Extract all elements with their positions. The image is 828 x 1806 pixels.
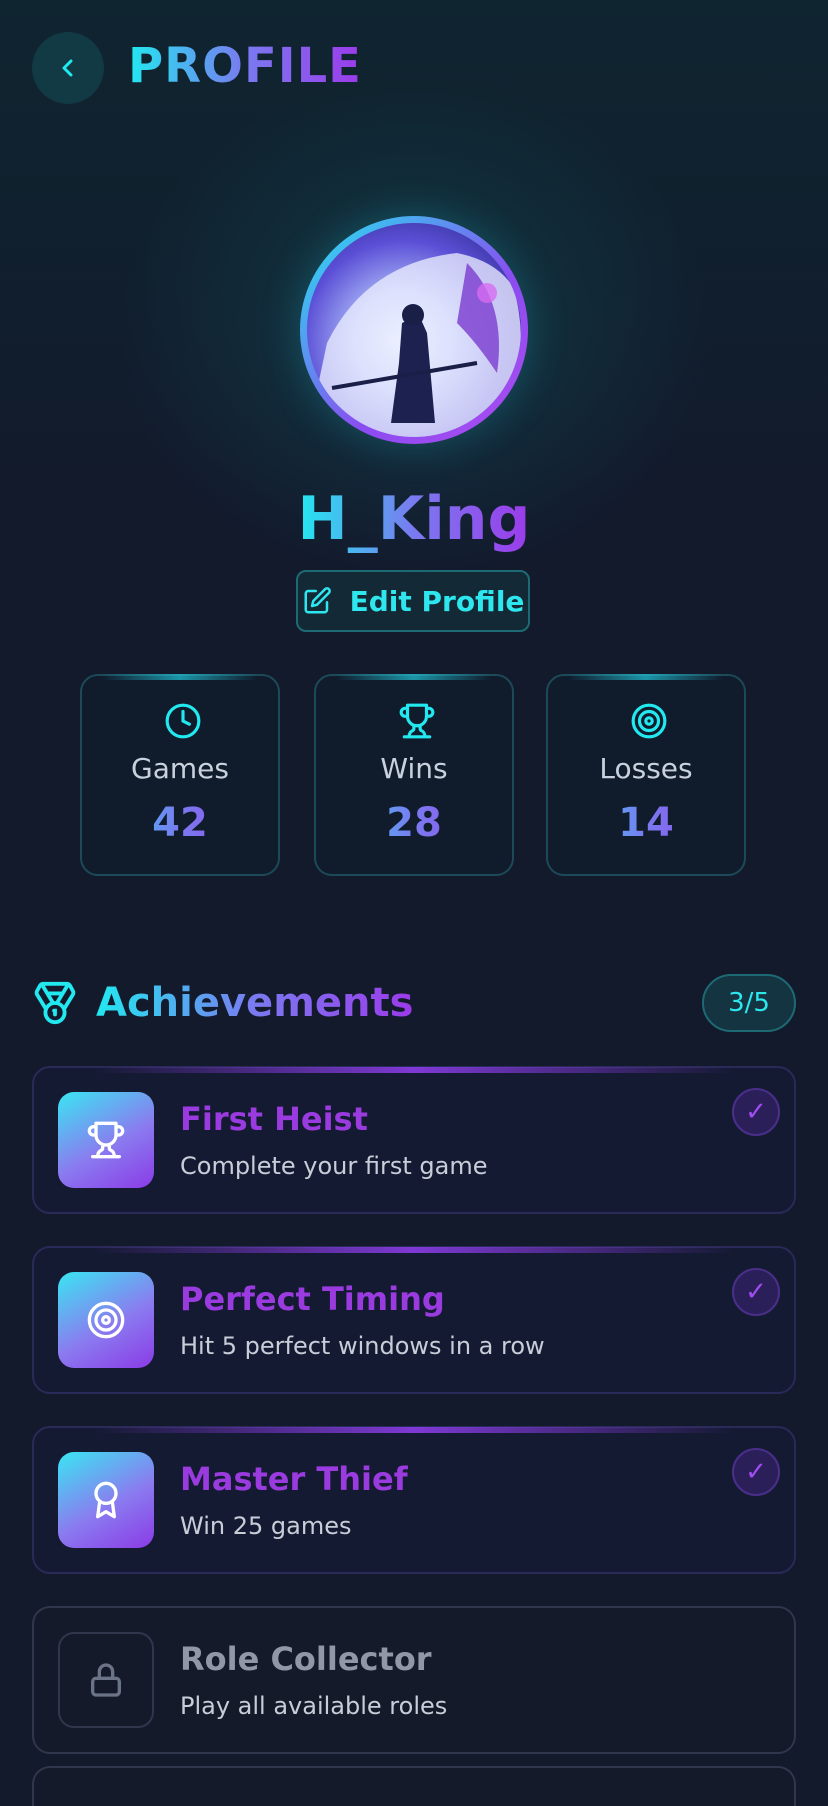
achievement-badge: [58, 1632, 154, 1728]
medal-icon: [34, 981, 76, 1025]
achievements-title: Achievements: [96, 980, 414, 1026]
achievement-card[interactable]: First Heist Complete your first game ✓: [32, 1066, 796, 1214]
trophy-icon: [87, 1121, 125, 1159]
achievement-name: First Heist: [180, 1100, 368, 1138]
avatar-image: [307, 223, 521, 437]
achievement-badge: [58, 1272, 154, 1368]
edit-profile-button[interactable]: Edit Profile: [296, 570, 530, 632]
username: H_King: [297, 484, 531, 554]
achievement-desc: Complete your first game: [180, 1152, 488, 1180]
achievement-card-partial[interactable]: [32, 1766, 796, 1806]
check-icon: ✓: [732, 1268, 780, 1316]
achievement-card-locked[interactable]: Role Collector Play all available roles: [32, 1606, 796, 1754]
back-button[interactable]: [32, 32, 104, 104]
stat-label: Losses: [599, 752, 693, 785]
stat-losses: Losses 14: [546, 674, 746, 876]
edit-profile-label: Edit Profile: [349, 584, 525, 618]
target-icon: [631, 703, 667, 739]
achievement-name: Master Thief: [180, 1460, 408, 1498]
achievement-desc: Play all available roles: [180, 1692, 448, 1720]
achievement-badge: [58, 1092, 154, 1188]
clock-icon: [165, 703, 201, 739]
achievement-desc: Win 25 games: [180, 1512, 352, 1540]
achievement-name: Role Collector: [180, 1640, 432, 1678]
achievements-count-badge: 3/5: [702, 974, 796, 1032]
achievement-badge: [58, 1452, 154, 1548]
achievement-desc: Hit 5 perfect windows in a row: [180, 1332, 545, 1360]
stat-wins: Wins 28: [314, 674, 514, 876]
chevron-left-icon: [62, 59, 73, 77]
check-icon: ✓: [732, 1088, 780, 1136]
achievement-card[interactable]: Perfect Timing Hit 5 perfect windows in …: [32, 1246, 796, 1394]
stat-label: Games: [131, 752, 229, 785]
lock-icon: [91, 1663, 121, 1697]
trophy-icon: [399, 703, 435, 739]
stat-games: Games 42: [80, 674, 280, 876]
stat-value: 42: [82, 800, 278, 846]
achievement-card[interactable]: Master Thief Win 25 games ✓: [32, 1426, 796, 1574]
award-icon: [94, 1481, 118, 1519]
check-icon: ✓: [732, 1448, 780, 1496]
target-icon: [87, 1301, 125, 1339]
stat-label: Wins: [380, 752, 448, 785]
achievement-name: Perfect Timing: [180, 1280, 445, 1318]
edit-icon: [304, 587, 331, 614]
stat-value: 28: [316, 800, 512, 846]
avatar[interactable]: [300, 216, 528, 444]
page-title: PROFILE: [128, 38, 362, 94]
stat-value: 14: [548, 800, 744, 846]
